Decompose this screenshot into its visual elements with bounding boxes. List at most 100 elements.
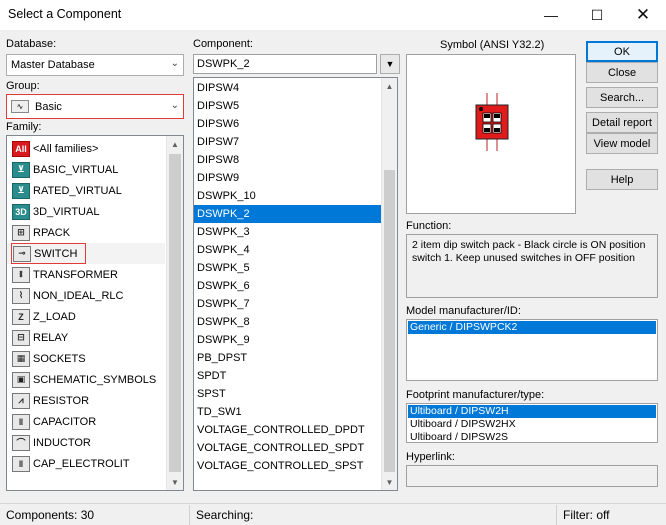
family-item[interactable]: ⌒ INDUCTOR bbox=[7, 432, 165, 453]
view-model-button[interactable]: View model bbox=[586, 133, 658, 154]
family-item-label: TRANSFORMER bbox=[33, 268, 118, 281]
model-item-selected[interactable]: Generic / DIPSWPCK2 bbox=[408, 321, 656, 334]
inductor-icon: ⌒ bbox=[12, 434, 30, 451]
component-item[interactable]: DSWPK_6 bbox=[194, 277, 381, 295]
family-item[interactable]: ⊸ SWITCH bbox=[7, 243, 165, 264]
family-item[interactable]: ⊞ RPACK bbox=[7, 222, 165, 243]
component-item[interactable]: DSWPK_9 bbox=[194, 331, 381, 349]
capacitor-icon: ‖ bbox=[12, 413, 30, 430]
family-scrollbar[interactable]: ▲ ▼ bbox=[166, 136, 183, 490]
family-item[interactable]: ▣ SCHEMATIC_SYMBOLS bbox=[7, 369, 165, 390]
scroll-thumb[interactable] bbox=[384, 170, 395, 472]
component-item-selected[interactable]: DSWPK_2 bbox=[194, 205, 381, 223]
footprint-label: Footprint manufacturer/type: bbox=[406, 389, 545, 401]
close-icon[interactable]: ✕ bbox=[620, 0, 666, 30]
family-item[interactable]: ⧛ TRANSFORMER bbox=[7, 264, 165, 285]
family-item[interactable]: All <All families> bbox=[7, 138, 165, 159]
component-item[interactable]: VOLTAGE_CONTROLLED_SPST bbox=[194, 457, 381, 475]
component-item[interactable]: DSWPK_3 bbox=[194, 223, 381, 241]
footprint-item[interactable]: Ultiboard / DIPSW2HX bbox=[408, 418, 656, 431]
component-item[interactable]: VOLTAGE_CONTROLLED_SPDT bbox=[194, 439, 381, 457]
component-item[interactable]: DIPSW5 bbox=[194, 97, 381, 115]
hyperlink-field[interactable] bbox=[406, 465, 658, 487]
family-item[interactable]: ⌇ NON_IDEAL_RLC bbox=[7, 285, 165, 306]
component-item[interactable]: DSWPK_7 bbox=[194, 295, 381, 313]
family-item-label: INDUCTOR bbox=[33, 436, 91, 449]
family-item-label: <All families> bbox=[33, 142, 99, 155]
family-item[interactable]: Z Z_LOAD bbox=[7, 306, 165, 327]
family-list[interactable]: All <All families> ⊻ BASIC_VIRTUAL ⊻ RATED_VI… bbox=[6, 135, 184, 491]
family-item-label: CAP_ELECTROLIT bbox=[33, 457, 130, 470]
cap-electrolit-icon: ‖ bbox=[12, 455, 30, 472]
component-label: Component: bbox=[193, 38, 253, 50]
3d-virtual-icon: 3D bbox=[12, 203, 30, 220]
family-item[interactable]: ⩘ RESISTOR bbox=[7, 390, 165, 411]
minimize-icon[interactable]: — bbox=[528, 0, 574, 30]
family-item[interactable]: ⊟ RELAY bbox=[7, 327, 165, 348]
scroll-down-icon[interactable]: ▼ bbox=[382, 474, 397, 490]
group-value: Basic bbox=[35, 100, 62, 113]
group-select[interactable]: ∿ Basic ⌄ bbox=[6, 94, 184, 119]
component-item[interactable]: DSWPK_8 bbox=[194, 313, 381, 331]
search-button[interactable]: Search... bbox=[586, 87, 658, 108]
window-title: Select a Component bbox=[8, 7, 122, 21]
family-item[interactable]: ‖ CAP_ELECTROLIT bbox=[7, 453, 165, 474]
ok-button[interactable]: OK bbox=[586, 41, 658, 62]
family-item[interactable]: 3D 3D_VIRTUAL bbox=[7, 201, 165, 222]
scroll-up-icon[interactable]: ▲ bbox=[382, 78, 397, 94]
sockets-icon: ▦ bbox=[12, 350, 30, 367]
all-families-icon: All bbox=[12, 140, 30, 157]
family-item-label: SWITCH bbox=[34, 247, 78, 260]
family-item-label: RESISTOR bbox=[33, 394, 90, 407]
maximize-icon[interactable]: ☐ bbox=[574, 0, 620, 30]
family-item-label: BASIC_VIRTUAL bbox=[33, 163, 119, 176]
family-item[interactable]: ⊻ RATED_VIRTUAL bbox=[7, 180, 165, 201]
footprint-list[interactable]: Ultiboard / DIPSW2H Ultiboard / DIPSW2HX… bbox=[406, 403, 658, 443]
component-item[interactable]: DIPSW6 bbox=[194, 115, 381, 133]
detail-report-button[interactable]: Detail report bbox=[586, 112, 658, 133]
rpack-icon: ⊞ bbox=[12, 224, 30, 241]
status-divider bbox=[556, 505, 557, 525]
component-item[interactable]: SPDT bbox=[194, 367, 381, 385]
scroll-up-icon[interactable]: ▲ bbox=[167, 136, 183, 152]
component-item[interactable]: DSWPK_4 bbox=[194, 241, 381, 259]
component-item[interactable]: DIPSW4 bbox=[194, 79, 381, 97]
model-list[interactable]: Generic / DIPSWPCK2 bbox=[406, 319, 658, 381]
component-item[interactable]: VOLTAGE_CONTROLLED_DPDT bbox=[194, 421, 381, 439]
family-item-label: SCHEMATIC_SYMBOLS bbox=[33, 373, 157, 386]
component-item[interactable]: DIPSW8 bbox=[194, 151, 381, 169]
footprint-item[interactable]: Ultiboard / DIPSW2S bbox=[408, 431, 656, 444]
function-label: Function: bbox=[406, 220, 452, 232]
component-search-input[interactable]: DSWPK_2 bbox=[193, 54, 377, 74]
family-item[interactable]: ‖ CAPACITOR bbox=[7, 411, 165, 432]
schematic-symbols-icon: ▣ bbox=[12, 371, 30, 388]
component-item[interactable]: TD_SW1 bbox=[194, 403, 381, 421]
component-item[interactable]: DIPSW7 bbox=[194, 133, 381, 151]
component-item[interactable]: PB_DPST bbox=[194, 349, 381, 367]
help-button[interactable]: Help bbox=[586, 169, 658, 190]
filter-status: Filter: off bbox=[563, 508, 610, 522]
scroll-thumb[interactable] bbox=[169, 154, 181, 472]
dip-switch-symbol-icon bbox=[475, 93, 509, 151]
component-item[interactable]: DSWPK_5 bbox=[194, 259, 381, 277]
status-divider bbox=[189, 505, 190, 525]
family-item-label: CAPACITOR bbox=[33, 415, 97, 428]
family-item-label: 3D_VIRTUAL bbox=[33, 205, 100, 218]
database-select[interactable]: Master Database ⌄ bbox=[6, 54, 184, 76]
basic-virtual-icon: ⊻ bbox=[12, 161, 30, 178]
family-item-label: RELAY bbox=[33, 331, 69, 344]
close-button[interactable]: Close bbox=[586, 62, 658, 83]
component-item[interactable]: DSWPK_10 bbox=[194, 187, 381, 205]
family-item[interactable]: ▦ SOCKETS bbox=[7, 348, 165, 369]
component-item[interactable]: DIPSW9 bbox=[194, 169, 381, 187]
component-scrollbar[interactable]: ▲ ▼ bbox=[381, 78, 397, 490]
scroll-down-icon[interactable]: ▼ bbox=[167, 474, 183, 490]
component-list[interactable]: DIPSW4 DIPSW5 DIPSW6 DIPSW7 DIPSW8 DIPSW9 DSWP… bbox=[193, 77, 398, 491]
component-item[interactable]: SPST bbox=[194, 385, 381, 403]
switch-icon: ⊸ bbox=[13, 245, 31, 262]
filter-icon[interactable]: ▼ bbox=[380, 54, 400, 74]
z-load-icon: Z bbox=[12, 308, 30, 325]
family-item-label: RATED_VIRTUAL bbox=[33, 184, 122, 197]
footprint-item-selected[interactable]: Ultiboard / DIPSW2H bbox=[408, 405, 656, 418]
family-item[interactable]: ⊻ BASIC_VIRTUAL bbox=[7, 159, 165, 180]
